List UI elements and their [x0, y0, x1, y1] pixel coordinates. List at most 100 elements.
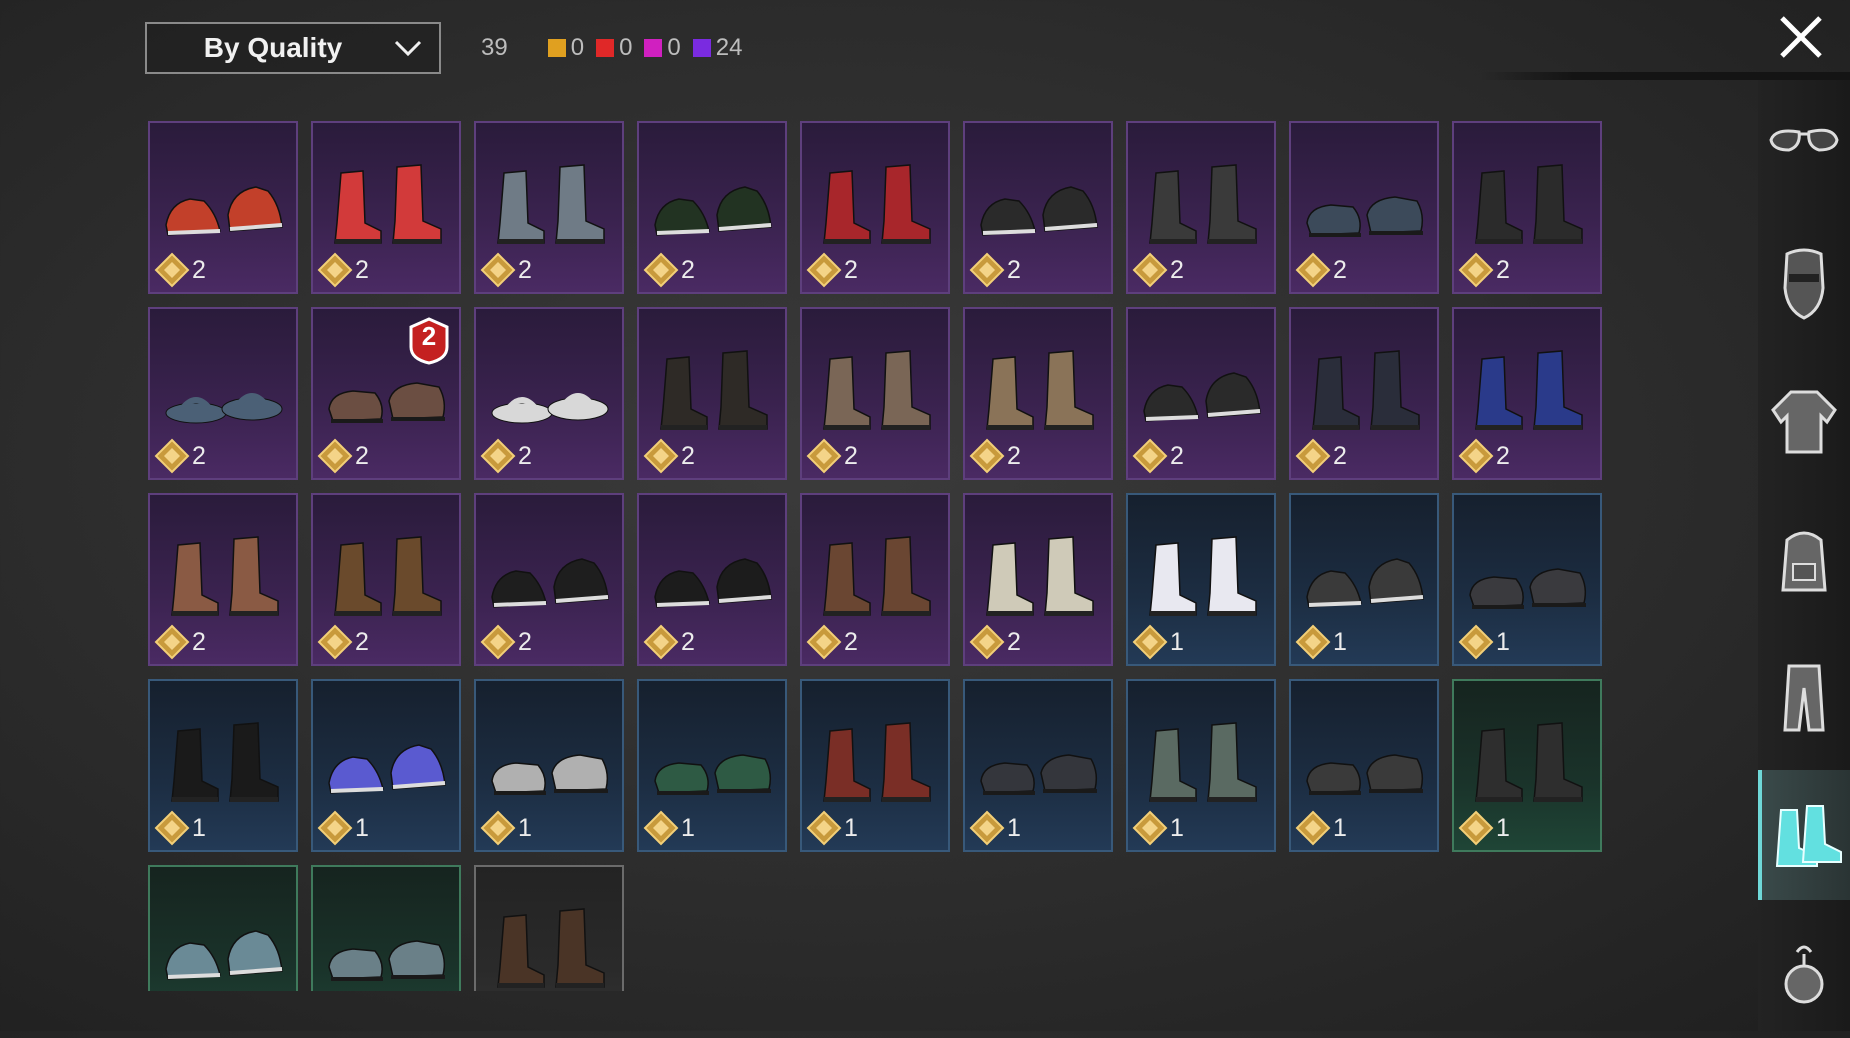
- level-diamond-icon: [1132, 438, 1168, 474]
- level-diamond-icon: [480, 252, 516, 288]
- item-tile[interactable]: 2: [148, 121, 298, 294]
- item-tile[interactable]: 2: [963, 121, 1113, 294]
- level-diamond-icon: [643, 624, 679, 660]
- legendary-count: 0: [570, 34, 585, 61]
- item-tile[interactable]: 1: [474, 679, 624, 852]
- level-diamond-icon: [154, 438, 190, 474]
- close-icon[interactable]: [1774, 10, 1828, 64]
- level-diamond-icon: [480, 810, 516, 846]
- mythic-count: 0: [619, 34, 633, 61]
- item-level: 2: [806, 438, 858, 474]
- item-tile[interactable]: 2: [637, 493, 787, 666]
- item-level: 2: [317, 624, 369, 660]
- item-tile[interactable]: 2: [311, 121, 461, 294]
- item-tile[interactable]: 22: [311, 307, 461, 480]
- category-tab-backpack[interactable]: [1758, 494, 1850, 624]
- item-tile[interactable]: 1: [800, 679, 950, 852]
- level-number: 2: [1496, 441, 1510, 470]
- item-tile[interactable]: 2: [1452, 121, 1602, 294]
- level-diamond-icon: [317, 438, 353, 474]
- item-tile[interactable]: 2: [1452, 307, 1602, 480]
- item-tile[interactable]: 2: [800, 307, 950, 480]
- level-diamond-icon: [1458, 810, 1494, 846]
- shoe-image: [986, 350, 1094, 430]
- item-tile[interactable]: 2: [1289, 121, 1439, 294]
- item-level: 2: [1132, 438, 1184, 474]
- level-number: 2: [1170, 255, 1184, 284]
- shoe-image: [491, 558, 609, 608]
- shoe-image: [1306, 196, 1424, 237]
- quality-counts: 39 0 0 0 24: [481, 34, 754, 62]
- total-count: 39: [481, 34, 508, 61]
- item-tile[interactable]: 2: [1126, 307, 1276, 480]
- level-number: 1: [1496, 813, 1510, 842]
- glasses-icon: [1769, 128, 1839, 152]
- level-number: 1: [1496, 627, 1510, 656]
- item-level: 1: [1132, 810, 1184, 846]
- category-tab-shoes[interactable]: [1758, 770, 1850, 900]
- item-tile[interactable]: 1: [1126, 493, 1276, 666]
- item-tile[interactable]: 1: [1452, 493, 1602, 666]
- quality-count-epic: 0: [644, 34, 681, 62]
- level-diamond-icon: [643, 438, 679, 474]
- item-tile[interactable]: 2: [800, 493, 950, 666]
- shoe-image: [491, 393, 609, 424]
- item-tile[interactable]: 2: [148, 493, 298, 666]
- level-diamond-icon: [1458, 624, 1494, 660]
- level-diamond-icon: [154, 624, 190, 660]
- item-tile[interactable]: 2: [148, 307, 298, 480]
- item-tile[interactable]: 2: [474, 493, 624, 666]
- item-tile[interactable]: 2: [800, 121, 950, 294]
- item-tile[interactable]: 2: [474, 307, 624, 480]
- shoe-image: [1475, 722, 1583, 802]
- item-tile[interactable]: 1: [148, 679, 298, 852]
- item-tile[interactable]: 2: [637, 121, 787, 294]
- level-number: 2: [192, 441, 206, 470]
- shoe-image: [334, 164, 442, 244]
- level-number: 2: [681, 627, 695, 656]
- item-tile[interactable]: 1: [311, 679, 461, 852]
- shoe-image: [654, 754, 772, 795]
- item-tile[interactable]: 2: [963, 307, 1113, 480]
- item-tile[interactable]: 1: [1289, 493, 1439, 666]
- level-number: 2: [355, 627, 369, 656]
- level-diamond-icon: [1295, 810, 1331, 846]
- shoe-image: [165, 930, 283, 980]
- shoe-image: [328, 940, 446, 981]
- epic-swatch: [644, 39, 663, 57]
- level-number: 2: [355, 255, 369, 284]
- level-diamond-icon: [317, 810, 353, 846]
- item-level: 1: [1132, 624, 1184, 660]
- mask-icon: [1783, 248, 1825, 320]
- category-tab-jacket[interactable]: [1758, 356, 1850, 486]
- item-tile[interactable]: 2: [311, 493, 461, 666]
- item-tile[interactable]: 1: [963, 679, 1113, 852]
- shoes-icon: [1775, 805, 1842, 867]
- count-badge: 2: [421, 321, 437, 351]
- item-tile[interactable]: 2: [1289, 307, 1439, 480]
- sort-dropdown[interactable]: By Quality: [145, 22, 441, 74]
- item-tile[interactable]: 2: [963, 493, 1113, 666]
- item-tile[interactable]: [148, 865, 298, 991]
- shoe-image: [980, 754, 1098, 795]
- category-tab-glasses[interactable]: [1758, 80, 1850, 210]
- item-tile[interactable]: 2: [637, 307, 787, 480]
- level-diamond-icon: [969, 252, 1005, 288]
- shoe-image: [497, 164, 605, 244]
- item-tile[interactable]: 2: [1126, 121, 1276, 294]
- category-tab-accessory[interactable]: [1758, 908, 1850, 1038]
- category-tab-mask[interactable]: [1758, 218, 1850, 348]
- category-tab-pants[interactable]: [1758, 632, 1850, 762]
- item-tile[interactable]: 1: [1452, 679, 1602, 852]
- item-tile[interactable]: 1: [637, 679, 787, 852]
- item-tile[interactable]: 1: [1289, 679, 1439, 852]
- item-level: 2: [154, 624, 206, 660]
- item-tile[interactable]: [311, 865, 461, 991]
- sort-label: By Quality: [203, 32, 343, 63]
- shoe-image: [491, 754, 609, 795]
- shoe-image: [1149, 164, 1257, 244]
- item-tile[interactable]: [474, 865, 624, 991]
- item-level: 1: [806, 810, 858, 846]
- item-tile[interactable]: 1: [1126, 679, 1276, 852]
- item-tile[interactable]: 2: [474, 121, 624, 294]
